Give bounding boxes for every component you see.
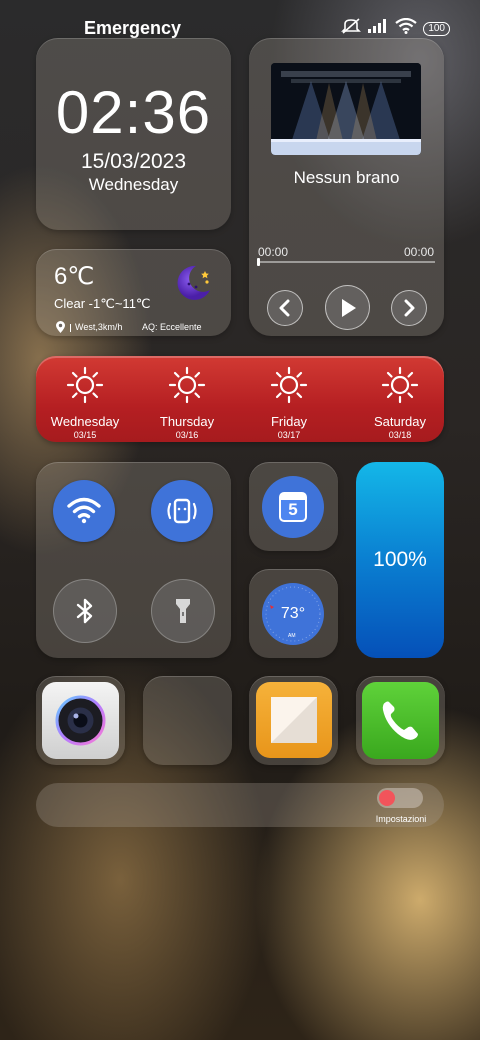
calendar-icon: 5 <box>262 476 324 538</box>
wind-divider <box>70 324 71 332</box>
forecast-day-date: 03/18 <box>388 430 412 440</box>
flashlight-icon <box>176 599 190 623</box>
battery-level: 100% <box>373 548 427 571</box>
thermometer-temp: 73° <box>280 605 306 622</box>
sun-icon <box>270 366 308 404</box>
signal-icon <box>367 19 389 38</box>
play-button[interactable] <box>325 285 370 330</box>
empty-app-slot[interactable] <box>143 676 232 765</box>
forecast-day: Wednesday 03/15 <box>35 356 135 440</box>
next-button[interactable] <box>391 290 427 326</box>
bluetooth-toggle[interactable] <box>53 579 117 643</box>
weather-temp: 6℃ <box>54 263 95 290</box>
chevron-left-icon <box>279 299 290 317</box>
auto-rotate-toggle[interactable] <box>151 480 213 542</box>
forecast-day: Friday 03/17 <box>239 356 339 440</box>
flashlight-toggle[interactable] <box>151 579 215 643</box>
notes-icon <box>256 682 332 758</box>
wifi-toggle[interactable] <box>53 480 115 542</box>
rotate-icon <box>167 498 197 524</box>
mute-icon <box>341 18 362 39</box>
sun-icon <box>66 366 104 404</box>
forecast-widget[interactable]: Wednesday 03/15 Thursday 03/16 Friday 03… <box>36 356 444 442</box>
forecast-day-name: Saturday <box>373 414 427 429</box>
forecast-day-name: Thursday <box>159 414 215 429</box>
bluetooth-icon <box>76 598 93 624</box>
thermometer-icon: AM 73° <box>262 583 324 645</box>
duration-time: 00:00 <box>404 245 435 259</box>
settings-switch-knob[interactable] <box>379 790 395 806</box>
battery-icon: 100 <box>423 21 450 36</box>
status-icons: 100 <box>341 17 450 39</box>
weather-aq: AQ: Eccellente <box>142 322 202 332</box>
sun-icon <box>381 366 419 404</box>
clock-time: 02:36 <box>55 79 212 146</box>
progress-handle[interactable] <box>257 258 260 266</box>
play-icon <box>341 298 356 317</box>
clock-day: Wednesday <box>88 175 179 194</box>
svg-text:AM: AM <box>288 633 296 639</box>
forecast-day-date: 03/16 <box>175 430 199 440</box>
forecast-day-date: 03/17 <box>277 430 301 440</box>
weather-wind: West,3km/h <box>75 322 123 332</box>
album-art <box>271 63 421 155</box>
camera-icon <box>42 682 119 759</box>
moon-icon <box>172 262 214 309</box>
forecast-day-name: Wednesday <box>50 414 120 429</box>
track-title: Nessun brano <box>293 168 400 187</box>
status-carrier: Emergency <box>84 18 182 38</box>
previous-button[interactable] <box>267 290 303 326</box>
elapsed-time: 00:00 <box>258 245 289 259</box>
settings-label: Impostazioni <box>375 814 427 824</box>
sun-icon <box>168 366 206 404</box>
location-pin-icon <box>55 320 66 339</box>
calendar-day: 5 <box>288 500 298 519</box>
forecast-day-name: Friday <box>270 414 308 429</box>
progress-track[interactable] <box>258 261 435 263</box>
clock-date: 15/03/2023 <box>80 150 187 173</box>
forecast-day: Thursday 03/16 <box>137 356 237 440</box>
phone-icon <box>362 682 439 759</box>
forecast-day: Saturday 03/18 <box>350 356 450 440</box>
wifi-icon <box>395 17 417 39</box>
weather-desc: Clear -1℃~11℃ <box>54 296 151 311</box>
battery-widget[interactable]: 100% <box>356 462 444 658</box>
chevron-right-icon <box>404 299 415 317</box>
wifi-icon <box>67 497 101 524</box>
forecast-day-date: 03/15 <box>73 430 97 440</box>
